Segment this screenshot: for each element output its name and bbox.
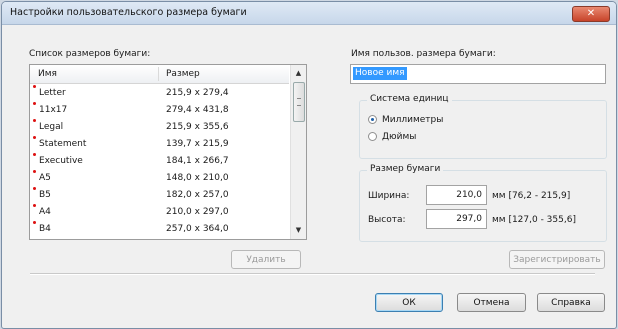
units-label-millimeters[interactable]: Миллиметры xyxy=(382,115,443,125)
predefined-marker-icon xyxy=(33,204,36,207)
predefined-marker-icon xyxy=(33,85,36,88)
paper-dimensions: 139,7 x 215,9 xyxy=(166,139,229,149)
height-range: мм [127,0 - 355,6] xyxy=(492,215,576,225)
cancel-button[interactable]: Отмена xyxy=(457,293,526,312)
paper-name: Executive xyxy=(39,156,83,166)
paper-name: A5 xyxy=(39,173,51,183)
paper-size-list[interactable]: Имя Размер Letter 215,9 x 279,4 11x17 279,4… xyxy=(29,64,307,240)
column-header-name[interactable]: Имя xyxy=(38,69,57,79)
list-item[interactable]: Executive 184,1 x 266,7 xyxy=(30,152,289,169)
list-body: Letter 215,9 x 279,4 11x17 279,4 x 431,8 Leg… xyxy=(30,84,289,237)
list-item[interactable]: Legal 215,9 x 355,6 xyxy=(30,118,289,135)
custom-paper-size-dialog: Настройки пользовательского размера бума… xyxy=(1,1,617,329)
width-label: Ширина: xyxy=(368,191,410,201)
paper-dimensions: 182,0 x 257,0 xyxy=(166,190,229,200)
height-value: 297,0 xyxy=(456,214,482,224)
list-item[interactable]: A5 148,0 x 210,0 xyxy=(30,169,289,186)
scroll-up-icon[interactable]: ▲ xyxy=(291,66,306,81)
cancel-button-label: Отмена xyxy=(473,298,510,308)
units-radio-inches[interactable] xyxy=(368,132,377,141)
help-button[interactable]: Справка xyxy=(537,293,605,312)
ok-button[interactable]: ОК xyxy=(375,293,443,312)
list-item[interactable]: Statement 139,7 x 215,9 xyxy=(30,135,289,152)
predefined-marker-icon xyxy=(33,102,36,105)
custom-name-value: Новое имя xyxy=(353,67,407,80)
paper-name: 11x17 xyxy=(39,105,68,115)
units-label-inches[interactable]: Дюймы xyxy=(382,132,416,142)
delete-button[interactable]: Удалить xyxy=(231,250,301,269)
close-icon: ✕ xyxy=(586,8,596,19)
height-input[interactable]: 297,0 xyxy=(426,209,487,229)
predefined-marker-icon xyxy=(33,187,36,190)
paper-name: Letter xyxy=(39,88,66,98)
list-scrollbar[interactable]: ▲ ▼ xyxy=(290,65,306,239)
paper-name: Legal xyxy=(39,122,64,132)
list-item[interactable]: 11x17 279,4 x 431,8 xyxy=(30,101,289,118)
paper-dimensions: 215,9 x 279,4 xyxy=(166,88,229,98)
list-item[interactable]: B4 257,0 x 364,0 xyxy=(30,220,289,237)
paper-name: B5 xyxy=(39,190,51,200)
paper-name: A4 xyxy=(39,207,51,217)
column-header-size[interactable]: Размер xyxy=(166,69,200,79)
units-radio-millimeters[interactable] xyxy=(368,115,377,124)
width-value: 210,0 xyxy=(456,190,482,200)
paper-dimensions: 184,1 x 266,7 xyxy=(166,156,229,166)
paper-size-group-title: Размер бумаги xyxy=(367,164,444,174)
custom-name-input[interactable]: Новое имя xyxy=(350,64,606,84)
paper-dimensions: 279,4 x 431,8 xyxy=(166,105,229,115)
predefined-marker-icon xyxy=(33,136,36,139)
width-input[interactable]: 210,0 xyxy=(426,185,487,205)
column-divider xyxy=(158,67,159,81)
list-item[interactable]: Letter 215,9 x 279,4 xyxy=(30,84,289,101)
paper-list-label: Список размеров бумаги: xyxy=(29,49,151,59)
predefined-marker-icon xyxy=(33,170,36,173)
register-button-label: Зарегистрировать xyxy=(513,255,601,265)
scroll-down-icon[interactable]: ▼ xyxy=(291,223,306,238)
dialog-title: Настройки пользовательского размера бума… xyxy=(10,7,247,18)
close-button[interactable]: ✕ xyxy=(572,6,610,22)
paper-dimensions: 210,0 x 297,0 xyxy=(166,207,229,217)
paper-name: B4 xyxy=(39,224,51,234)
bottom-separator xyxy=(30,273,595,275)
list-header: Имя Размер xyxy=(30,65,289,84)
predefined-marker-icon xyxy=(33,119,36,122)
units-group xyxy=(359,100,607,159)
paper-dimensions: 257,0 x 364,0 xyxy=(166,224,229,234)
height-label: Высота: xyxy=(368,215,406,225)
ok-button-label: ОК xyxy=(402,298,416,308)
title-bar: Настройки пользовательского размера бума… xyxy=(2,2,616,25)
paper-dimensions: 148,0 x 210,0 xyxy=(166,173,229,183)
register-button[interactable]: Зарегистрировать xyxy=(509,250,605,269)
paper-size-group xyxy=(359,170,607,242)
list-item[interactable]: A4 210,0 x 297,0 xyxy=(30,203,289,220)
help-button-label: Справка xyxy=(551,298,591,308)
paper-name: Statement xyxy=(39,139,87,149)
list-item[interactable]: B5 182,0 x 257,0 xyxy=(30,186,289,203)
custom-name-label: Имя пользов. размера бумаги: xyxy=(351,49,496,59)
predefined-marker-icon xyxy=(33,153,36,156)
units-group-title: Система единиц xyxy=(367,94,452,104)
delete-button-label: Удалить xyxy=(246,255,286,265)
predefined-marker-icon xyxy=(33,221,36,224)
scrollbar-thumb[interactable] xyxy=(293,82,305,122)
paper-dimensions: 215,9 x 355,6 xyxy=(166,122,229,132)
width-range: мм [76,2 - 215,9] xyxy=(492,191,571,201)
